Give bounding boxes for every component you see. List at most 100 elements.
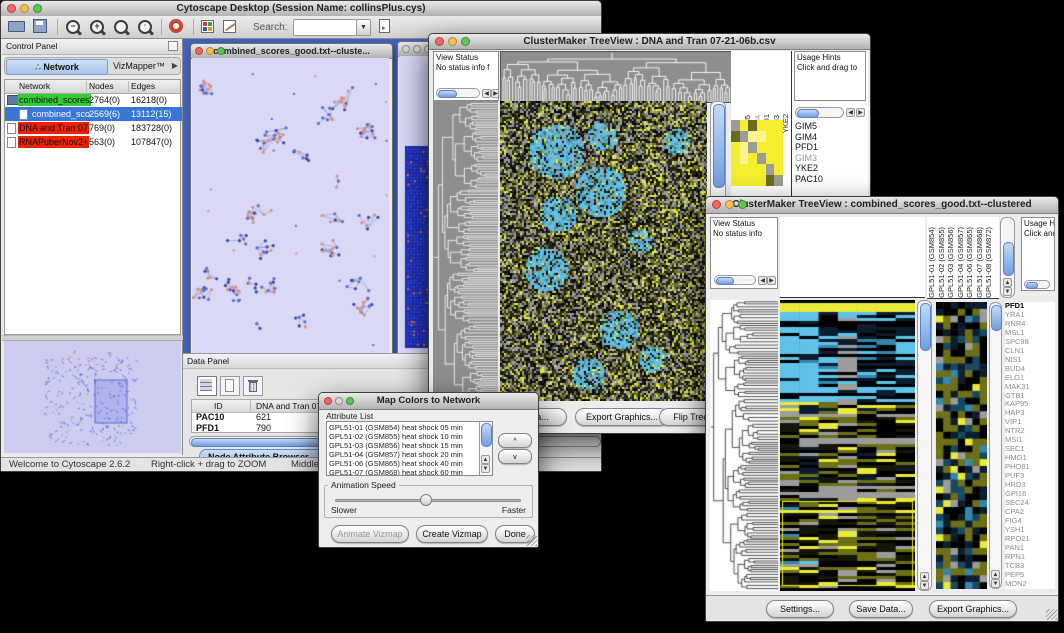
gene-label[interactable]: PAC10 bbox=[795, 174, 865, 185]
scroll-up-icon[interactable]: ▲ bbox=[481, 455, 490, 464]
zoom-hscrollbar[interactable] bbox=[795, 107, 844, 118]
array-label[interactable]: GPL51-08 (GSM872) bbox=[984, 227, 994, 298]
settings-button[interactable]: Settings... bbox=[766, 600, 834, 618]
table-icon[interactable] bbox=[197, 376, 217, 396]
matrix-cell[interactable] bbox=[766, 175, 775, 186]
matrix-cell[interactable] bbox=[766, 120, 775, 131]
gene-label[interactable]: PFD1 bbox=[795, 142, 865, 153]
scroll-left-icon[interactable]: ◀ bbox=[846, 108, 855, 117]
attribute-item[interactable]: GPL51-01 (GSM854) heat shock 05 min bbox=[329, 423, 477, 432]
minimize-button[interactable] bbox=[20, 4, 29, 13]
gene-label[interactable]: YKE2 bbox=[795, 163, 865, 174]
minimize-button[interactable] bbox=[206, 47, 214, 55]
search-input[interactable] bbox=[293, 19, 357, 36]
matrix-cell[interactable] bbox=[757, 153, 766, 164]
main-titlebar[interactable]: Cytoscape Desktop (Session Name: collins… bbox=[1, 1, 601, 17]
matrix-cell[interactable] bbox=[731, 164, 740, 175]
col-edges[interactable]: Edges bbox=[131, 80, 155, 93]
close-button[interactable] bbox=[402, 45, 410, 53]
list-vscrollbar[interactable]: ▲ ▼ bbox=[479, 422, 492, 475]
close-button[interactable] bbox=[712, 200, 721, 209]
matrix-cell[interactable] bbox=[774, 153, 783, 164]
scroll-down-icon[interactable]: ▼ bbox=[1003, 287, 1012, 296]
network-row[interactable]: RNAPuberNov2+ 563(0) 107847(0) bbox=[5, 135, 182, 149]
export-graphics-button[interactable]: Export Graphics... bbox=[575, 408, 669, 426]
labels-vscrollbar[interactable]: ▲ ▼ bbox=[1000, 217, 1015, 298]
matrix-cell[interactable] bbox=[766, 153, 775, 164]
usage-hints-scrollbar[interactable] bbox=[1024, 280, 1050, 289]
network-row[interactable]: DNA and Tran 07 769(0) 183728(0) bbox=[5, 121, 182, 135]
matrix-cell[interactable] bbox=[731, 153, 740, 164]
matrix-cell[interactable] bbox=[748, 142, 757, 153]
matrix-cell[interactable] bbox=[731, 175, 740, 186]
attribute-item[interactable]: GPL51-03 (GSM856) heat shock 15 min bbox=[329, 441, 477, 450]
matrix-cell[interactable] bbox=[740, 164, 749, 175]
scrollbar-thumb[interactable] bbox=[1003, 242, 1014, 276]
view-status-scrollbar[interactable] bbox=[436, 88, 480, 98]
col-nodes[interactable]: Nodes bbox=[89, 80, 114, 93]
attribute-item[interactable]: GPL51-06 (GSM865) heat shock 40 min bbox=[329, 459, 477, 468]
gene-label[interactable]: GIM3 bbox=[795, 153, 865, 164]
array-label[interactable]: GPL51-02 (GSM855) bbox=[937, 227, 947, 298]
matrix-cell[interactable] bbox=[740, 175, 749, 186]
matrix-cell[interactable] bbox=[766, 164, 775, 175]
attribute-item[interactable]: GPL51-07 (GSM868) heat shock 60 min bbox=[329, 468, 477, 476]
matrix-cell[interactable] bbox=[757, 175, 766, 186]
col-network[interactable]: Network bbox=[19, 80, 50, 93]
zoom-button[interactable] bbox=[33, 4, 42, 13]
new-page-icon[interactable] bbox=[220, 376, 240, 396]
matrix-cell[interactable] bbox=[748, 131, 757, 142]
zoom-button[interactable] bbox=[461, 37, 470, 46]
id-column-header[interactable]: ID bbox=[214, 400, 223, 412]
save-data-button[interactable]: Save Data... bbox=[849, 600, 913, 618]
matrix-cell[interactable] bbox=[757, 164, 766, 175]
move-up-button[interactable]: ^ bbox=[498, 433, 532, 448]
array-label[interactable]: GPL51-06 (GSM865) bbox=[965, 227, 975, 298]
matrix-cell[interactable] bbox=[731, 131, 740, 142]
network-row[interactable]: combined_scores 2764(0) 16218(0) bbox=[5, 93, 182, 107]
resize-grip[interactable] bbox=[526, 535, 537, 546]
close-button[interactable] bbox=[324, 397, 332, 405]
minimize-button[interactable] bbox=[335, 397, 343, 405]
heatmap-vscrollbar[interactable]: ▲ ▼ bbox=[917, 300, 932, 591]
matrix-cell[interactable] bbox=[757, 120, 766, 131]
gene-label[interactable]: GIM5 bbox=[795, 121, 865, 132]
matrix-cell[interactable] bbox=[748, 164, 757, 175]
matrix-cell[interactable] bbox=[748, 120, 757, 131]
scrollbar-thumb[interactable] bbox=[920, 303, 931, 351]
matrix-cell[interactable] bbox=[731, 120, 740, 131]
matrix-cell[interactable] bbox=[774, 175, 783, 186]
matrix-cell[interactable] bbox=[757, 131, 766, 142]
zoom-in-icon[interactable]: + bbox=[89, 19, 106, 36]
minimize-button[interactable] bbox=[413, 45, 421, 53]
close-button[interactable] bbox=[7, 4, 16, 13]
matrix-cell[interactable] bbox=[766, 142, 775, 153]
matrix-cell[interactable] bbox=[740, 153, 749, 164]
scroll-left-icon[interactable]: ◀ bbox=[482, 89, 491, 98]
annotation-icon[interactable] bbox=[223, 20, 236, 33]
treeview1-titlebar[interactable]: ClusterMaker TreeView : DNA and Tran 07-… bbox=[429, 34, 870, 50]
array-label[interactable]: GPL51-04 (GSM857) bbox=[956, 227, 966, 298]
matrix-cell[interactable] bbox=[731, 142, 740, 153]
export-graphics-button[interactable]: Export Graphics... bbox=[929, 600, 1017, 618]
matrix-cell[interactable] bbox=[774, 120, 783, 131]
attribute-item[interactable]: GPL51-02 (GSM855) heat shock 10 min bbox=[329, 432, 477, 441]
scrollbar-thumb[interactable] bbox=[481, 423, 492, 447]
resize-grip[interactable] bbox=[1046, 609, 1057, 620]
global-heatmap[interactable] bbox=[500, 101, 707, 401]
scroll-down-icon[interactable]: ▼ bbox=[991, 579, 1000, 588]
open-session-icon[interactable] bbox=[8, 21, 25, 32]
tab-vizmapper[interactable]: VizMapper™ bbox=[109, 59, 169, 73]
zoom-out-icon[interactable]: − bbox=[65, 19, 82, 36]
matrix-cell[interactable] bbox=[740, 120, 749, 131]
help-lifering-icon[interactable] bbox=[169, 19, 183, 33]
tab-overflow-icon[interactable]: ▶ bbox=[172, 61, 178, 70]
matrix-cell[interactable] bbox=[740, 131, 749, 142]
save-session-icon[interactable] bbox=[33, 19, 47, 33]
matrix-cell[interactable] bbox=[748, 175, 757, 186]
matrix-cell[interactable] bbox=[774, 142, 783, 153]
global-heatmap[interactable] bbox=[780, 300, 915, 591]
scrollbar-thumb[interactable] bbox=[991, 305, 1002, 331]
zoom-vscrollbar[interactable]: ▲ ▼ bbox=[989, 302, 1002, 589]
zoom-button[interactable] bbox=[346, 397, 354, 405]
